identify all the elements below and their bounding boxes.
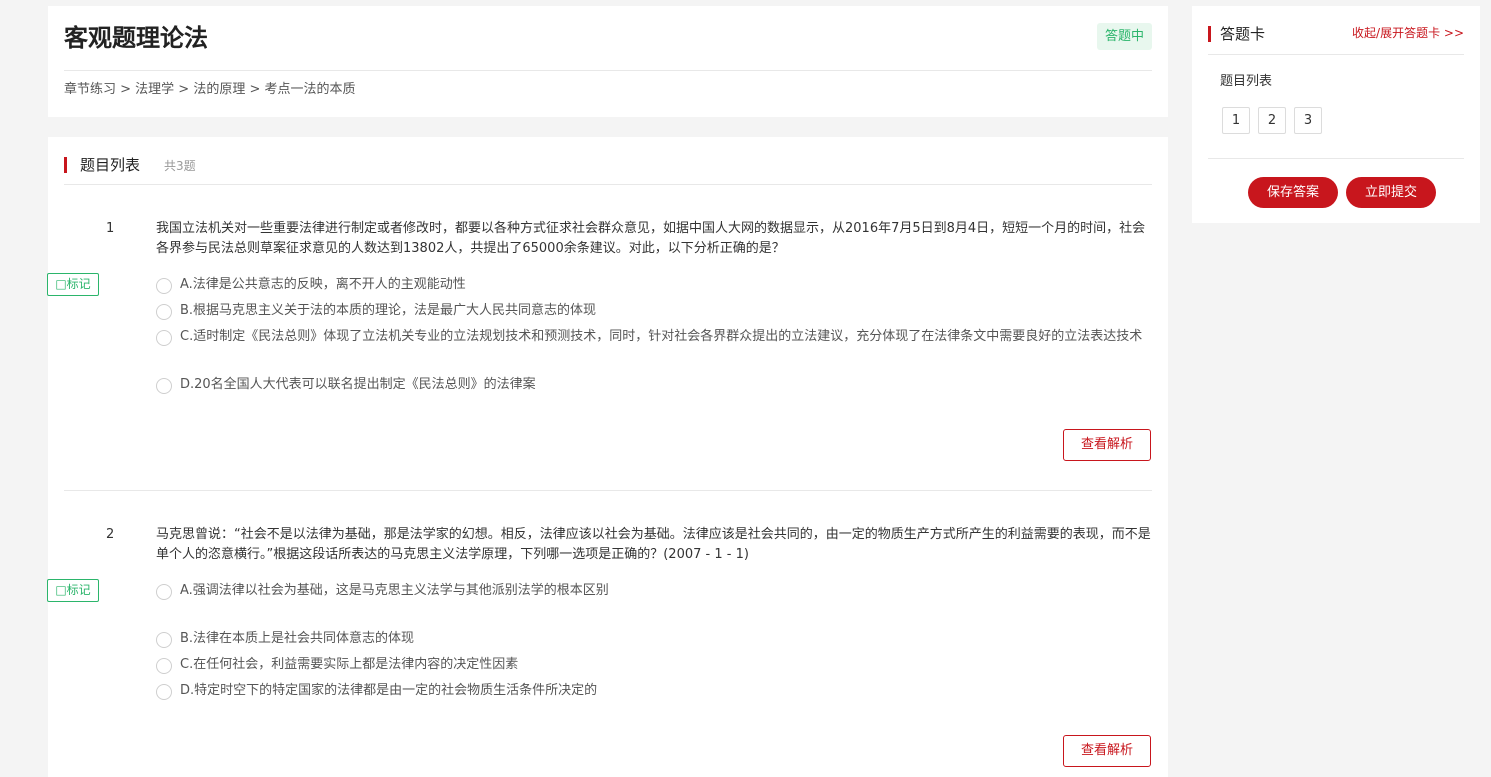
question-nav-1[interactable]: 1 bbox=[1222, 107, 1250, 134]
question-count: 共3题 bbox=[164, 159, 196, 173]
answer-card-accent-bar bbox=[1208, 26, 1211, 42]
question-number: 1 bbox=[106, 221, 115, 236]
radio-icon[interactable] bbox=[156, 658, 172, 674]
answer-card-divider bbox=[1208, 54, 1464, 55]
save-answer-button[interactable]: 保存答案 bbox=[1248, 177, 1338, 208]
option-text: C.适时制定《民法总则》体现了立法机关专业的立法规划技术和预测技术，同时，针对社… bbox=[180, 329, 1143, 344]
question-list-card: 题目列表 共3题 1 我国立法机关对一些重要法律进行制定或者修改时，都要以各种方… bbox=[47, 137, 1168, 777]
view-analysis-button[interactable]: 查看解析 bbox=[1063, 429, 1151, 461]
toggle-answer-card-link[interactable]: 收起/展开答题卡 >> bbox=[1352, 24, 1464, 42]
option-c[interactable]: C.适时制定《民法总则》体现了立法机关专业的立法规划技术和预测技术，同时，针对社… bbox=[156, 327, 1152, 347]
option-text: A.强调法律以社会为基础，这是马克思主义法学与其他派别法学的根本区别 bbox=[180, 583, 609, 598]
option-d[interactable]: D.20名全国人大代表可以联名提出制定《民法总则》的法律案 bbox=[156, 375, 1152, 395]
option-text: D.特定时空下的特定国家的法律都是由一定的社会物质生活条件所决定的 bbox=[180, 683, 598, 698]
option-a[interactable]: A.法律是公共意志的反映，离不开人的主观能动性 bbox=[156, 275, 1152, 295]
answer-card-title: 答题卡 bbox=[1220, 25, 1266, 43]
radio-icon[interactable] bbox=[156, 304, 172, 320]
radio-icon[interactable] bbox=[156, 330, 172, 346]
question-stem: 我国立法机关对一些重要法律进行制定或者修改时，都要以各种方式征求社会群众意见，如… bbox=[156, 221, 1146, 256]
answer-card: 答题卡 收起/展开答题卡 >> 题目列表 1 2 3 保存答案 立即提交 bbox=[1192, 6, 1480, 223]
option-a[interactable]: A.强调法律以社会为基础，这是马克思主义法学与其他派别法学的根本区别 bbox=[156, 581, 1152, 601]
breadcrumb: 章节练习 > 法理学 > 法的原理 > 考点一法的本质 bbox=[64, 82, 356, 97]
mark-button[interactable]: □标记 bbox=[47, 273, 99, 296]
radio-icon[interactable] bbox=[156, 378, 172, 394]
radio-icon[interactable] bbox=[156, 584, 172, 600]
question-nav-3[interactable]: 3 bbox=[1294, 107, 1322, 134]
view-analysis-button[interactable]: 查看解析 bbox=[1063, 735, 1151, 767]
page-title: 客观题理论法 bbox=[64, 24, 208, 52]
section-header: 题目列表 共3题 bbox=[64, 153, 1152, 185]
submit-button[interactable]: 立即提交 bbox=[1346, 177, 1436, 208]
radio-icon[interactable] bbox=[156, 632, 172, 648]
option-b[interactable]: B.法律在本质上是社会共同体意志的体现 bbox=[156, 629, 1152, 649]
option-d[interactable]: D.特定时空下的特定国家的法律都是由一定的社会物质生活条件所决定的 bbox=[156, 681, 1152, 701]
header-card: 客观题理论法 答题中 章节练习 > 法理学 > 法的原理 > 考点一法的本质 bbox=[48, 6, 1168, 117]
answer-card-list-label: 题目列表 bbox=[1220, 74, 1273, 89]
mark-button[interactable]: □标记 bbox=[47, 579, 99, 602]
question-divider bbox=[64, 490, 1152, 491]
option-text: B.根据马克思主义关于法的本质的理论，法是最广大人民共同意志的体现 bbox=[180, 303, 597, 318]
status-badge: 答题中 bbox=[1096, 23, 1152, 50]
radio-icon[interactable] bbox=[156, 278, 172, 294]
option-text: C.在任何社会，利益需要实际上都是法律内容的决定性因素 bbox=[180, 657, 519, 672]
section-accent-bar bbox=[64, 157, 67, 173]
radio-icon[interactable] bbox=[156, 684, 172, 700]
option-text: B.法律在本质上是社会共同体意志的体现 bbox=[180, 631, 415, 646]
section-title: 题目列表 bbox=[80, 156, 141, 174]
question-nav-2[interactable]: 2 bbox=[1258, 107, 1286, 134]
question-number: 2 bbox=[106, 527, 115, 542]
option-text: D.20名全国人大代表可以联名提出制定《民法总则》的法律案 bbox=[180, 377, 536, 392]
answer-card-divider bbox=[1208, 158, 1464, 159]
option-c[interactable]: C.在任何社会，利益需要实际上都是法律内容的决定性因素 bbox=[156, 655, 1152, 675]
question-stem: 马克思曾说：“社会不是以法律为基础，那是法学家的幻想。相反，法律应该以社会为基础… bbox=[156, 527, 1151, 562]
option-b[interactable]: B.根据马克思主义关于法的本质的理论，法是最广大人民共同意志的体现 bbox=[156, 301, 1152, 321]
header-divider bbox=[64, 70, 1152, 71]
option-text: A.法律是公共意志的反映，离不开人的主观能动性 bbox=[180, 277, 466, 292]
